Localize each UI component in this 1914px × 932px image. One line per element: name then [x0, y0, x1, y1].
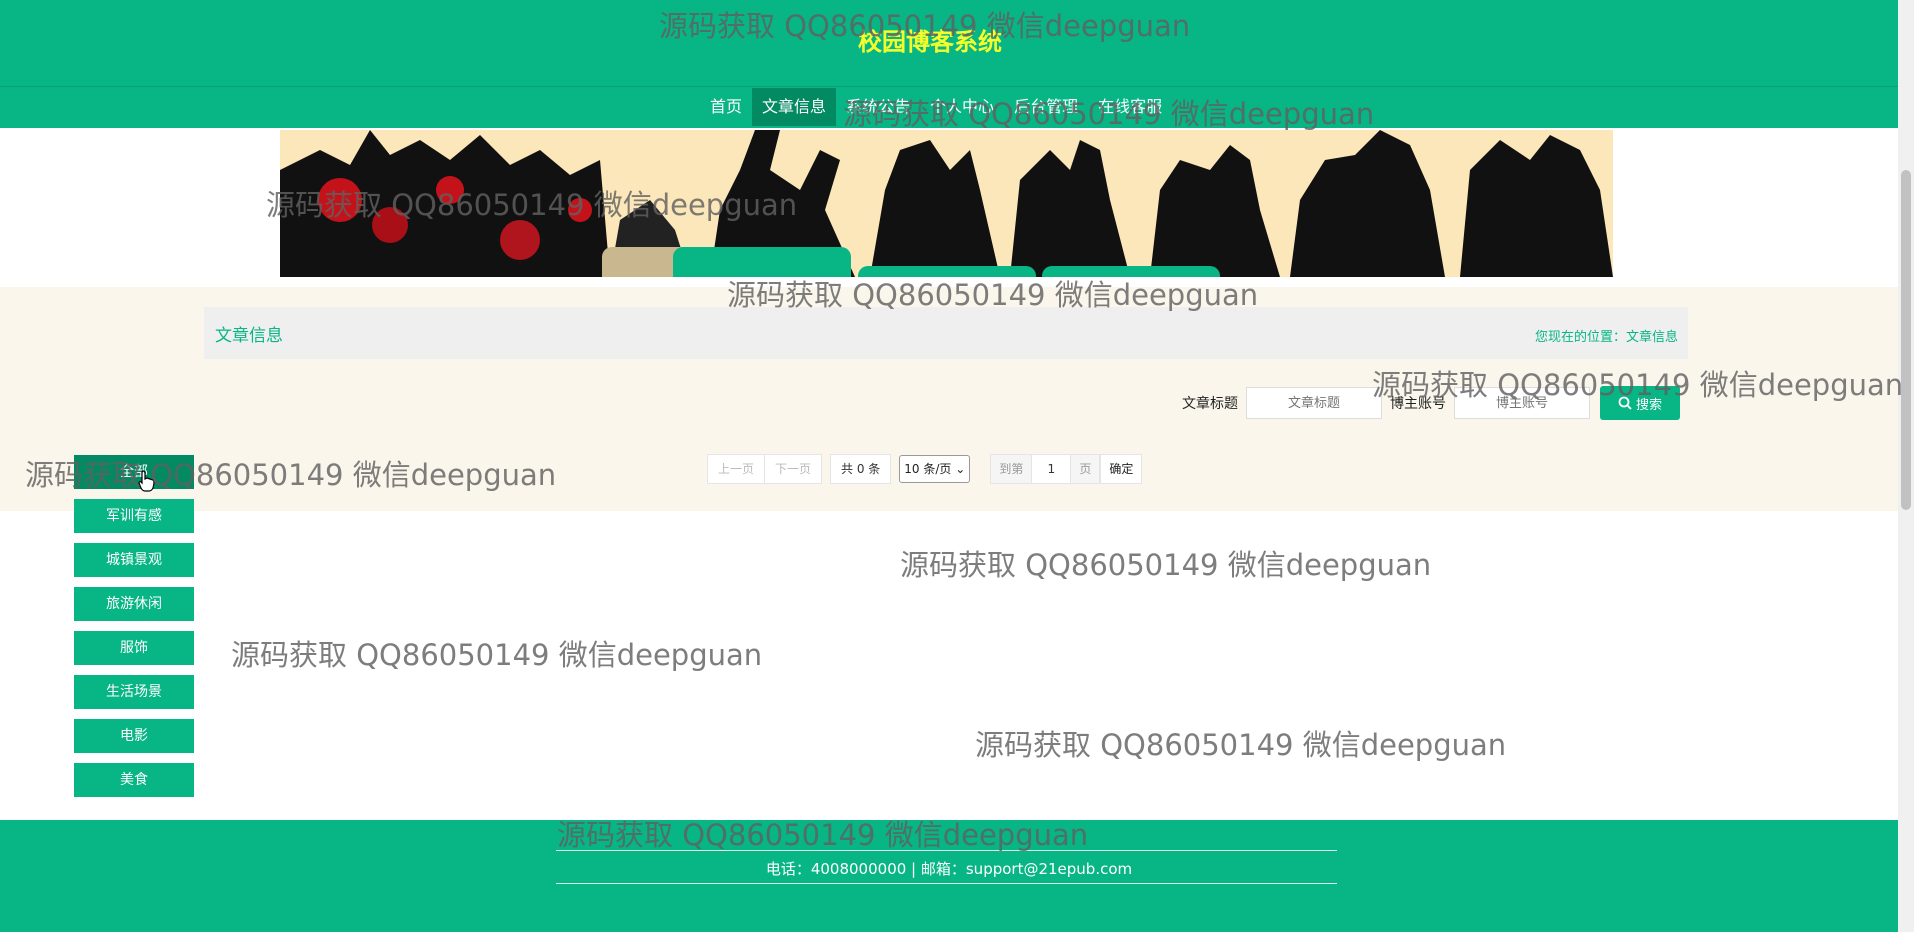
title-label: 文章标题: [1182, 396, 1238, 412]
site-title: 校园博客系统: [858, 28, 1002, 56]
banner-image: [280, 130, 1613, 277]
page-size-value: 10 条/页: [904, 462, 952, 476]
category-town-landscape[interactable]: 城镇景观: [74, 543, 194, 577]
search-icon: [1618, 396, 1632, 410]
footer-divider-top: [556, 850, 1337, 851]
search-form: 文章标题 博主账号 搜索: [1182, 386, 1680, 420]
category-food[interactable]: 美食: [74, 763, 194, 797]
banner-tab-2[interactable]: [858, 266, 1036, 277]
scrollbar-thumb[interactable]: [1901, 170, 1911, 510]
nav-articles[interactable]: 文章信息: [752, 88, 837, 126]
nav-personal-center[interactable]: 个人中心: [920, 88, 1004, 126]
goto-confirm-button[interactable]: 确定: [1100, 454, 1143, 484]
account-input[interactable]: [1454, 387, 1590, 419]
goto-page-input[interactable]: 1: [1032, 454, 1071, 484]
chevron-down-icon: ⌄: [955, 462, 966, 476]
page-title: 文章信息: [215, 326, 283, 346]
category-life-scenes[interactable]: 生活场景: [74, 675, 194, 709]
account-label: 博主账号: [1390, 396, 1446, 412]
category-all[interactable]: 全部: [74, 455, 194, 489]
page-scrollbar[interactable]: [1898, 0, 1914, 932]
banner-tab-3[interactable]: [1042, 266, 1220, 277]
watermark-text: 源码获取 QQ86050149 微信deepguan: [900, 548, 1432, 582]
title-input[interactable]: [1246, 387, 1382, 419]
content-area: 文章信息 您现在的位置：文章信息 文章标题 博主账号 搜索 上一页 下一页 共 …: [0, 287, 1898, 511]
category-movies[interactable]: 电影: [74, 719, 194, 753]
nav-home[interactable]: 首页: [700, 88, 752, 126]
watermark-text: 源码获取 QQ86050149 微信deepguan: [231, 638, 763, 672]
site-header: 校园博客系统 首页 文章信息 系统公告 个人中心 后台管理 在线客服: [0, 0, 1898, 128]
watermark-text: 源码获取 QQ86050149 微信deepguan: [975, 728, 1507, 762]
hand-pointer-icon: [138, 470, 155, 492]
banner-tab-1[interactable]: [673, 247, 851, 277]
category-clothing[interactable]: 服饰: [74, 631, 194, 665]
prev-page-button[interactable]: 上一页: [707, 454, 766, 484]
category-travel-leisure[interactable]: 旅游休闲: [74, 587, 194, 621]
footer-contact: 电话：4008000000 | 邮箱：support@21epub.com: [765, 860, 1133, 878]
nav-announcements[interactable]: 系统公告: [836, 88, 920, 126]
breadcrumb: 文章信息 您现在的位置：文章信息: [204, 307, 1688, 359]
footer-divider-bottom: [556, 883, 1337, 884]
page-size-select[interactable]: 10 条/页 ⌄: [899, 455, 971, 483]
nav-divider: [0, 86, 1898, 87]
goto-page: 到第 1 页 确定: [990, 454, 1143, 484]
category-military-training[interactable]: 军训有感: [74, 499, 194, 533]
search-button[interactable]: 搜索: [1600, 386, 1680, 420]
banner-silhouette-graphic: [280, 130, 1613, 277]
pager-nav: 上一页 下一页: [707, 454, 823, 484]
nav-admin[interactable]: 后台管理: [1004, 88, 1088, 126]
pagination: 上一页 下一页 共 0 条 10 条/页 ⌄ 到第 1 页 确定: [707, 454, 1143, 484]
current-location: 您现在的位置：文章信息: [1534, 330, 1678, 345]
next-page-button[interactable]: 下一页: [765, 454, 823, 484]
site-footer: 电话：4008000000 | 邮箱：support@21epub.com: [0, 820, 1898, 932]
category-menu: 全部 军训有感 城镇景观 旅游休闲 服饰 生活场景 电影 美食: [74, 455, 194, 807]
main-nav: 首页 文章信息 系统公告 个人中心 后台管理 在线客服: [700, 88, 1172, 126]
total-count: 共 0 条: [830, 454, 892, 484]
search-button-label: 搜索: [1635, 397, 1662, 413]
page-unit-label: 页: [1070, 454, 1101, 484]
nav-customer-service[interactable]: 在线客服: [1088, 88, 1172, 126]
goto-label: 到第: [990, 454, 1033, 484]
